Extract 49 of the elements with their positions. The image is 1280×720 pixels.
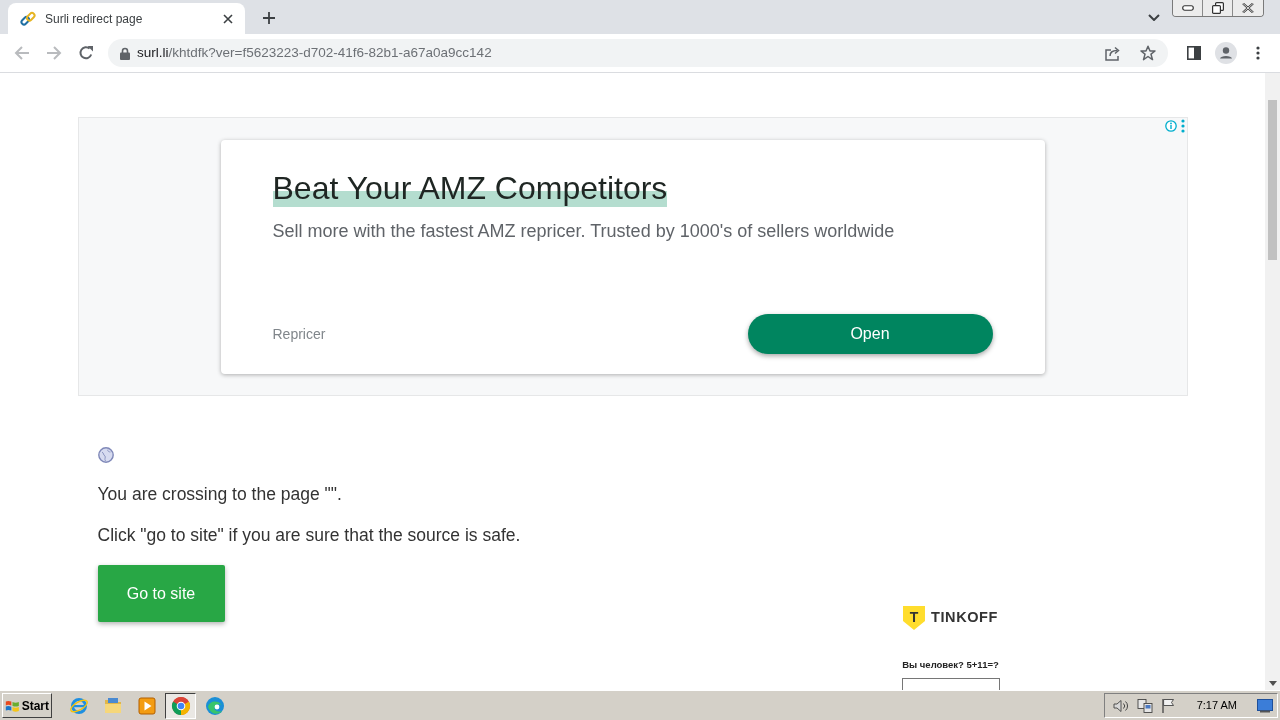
star-icon bbox=[1140, 45, 1156, 61]
media-player-icon bbox=[136, 695, 157, 716]
minimize-button[interactable] bbox=[1173, 0, 1203, 16]
logo-badge: T bbox=[903, 606, 925, 630]
link-icon bbox=[20, 10, 36, 27]
chevron-down-icon bbox=[1148, 13, 1160, 21]
scroll-down-arrow-icon[interactable] bbox=[1268, 681, 1277, 686]
info-icon[interactable] bbox=[1164, 120, 1177, 132]
e-globe-icon bbox=[68, 695, 89, 716]
reload-icon bbox=[78, 45, 94, 61]
advertiser-name: Repricer bbox=[272, 324, 326, 344]
captcha-question: Вы человек? 5+11=? bbox=[902, 658, 999, 672]
menu-dots-icon bbox=[1256, 46, 1260, 60]
show-desktop-icon[interactable] bbox=[1257, 698, 1273, 713]
lock-icon bbox=[120, 46, 130, 60]
profile-button[interactable] bbox=[1212, 39, 1240, 67]
scrollbar[interactable] bbox=[1265, 73, 1280, 690]
restore-button[interactable] bbox=[1203, 0, 1233, 16]
network-icon[interactable] bbox=[1136, 697, 1153, 714]
more-dots-icon[interactable] bbox=[1180, 119, 1185, 133]
close-button[interactable] bbox=[1233, 0, 1263, 16]
folder-icon bbox=[102, 695, 123, 716]
close-icon bbox=[1242, 3, 1254, 13]
ad-description: Sell more with the fastest AMZ repricer. Trusted by 1000's of sellers worldwide bbox=[272, 220, 895, 242]
speaker-icon[interactable] bbox=[1112, 697, 1129, 714]
plus-icon bbox=[263, 12, 275, 24]
start-button[interactable]: Start bbox=[2, 693, 52, 718]
address-bar[interactable]: surl.li/khtdfk?ver=f5623223-d702-41f6-82b1-a67a0a9cc142 bbox=[108, 39, 1168, 67]
profile-avatar-icon bbox=[1215, 42, 1237, 64]
captcha-input-field[interactable] bbox=[901, 678, 1000, 690]
side-panel-icon bbox=[1187, 46, 1201, 60]
minimize-icon bbox=[1181, 5, 1194, 11]
brand-name: TINKOFF bbox=[931, 608, 998, 628]
flag-icon[interactable] bbox=[1160, 697, 1175, 714]
forward-arrow-icon bbox=[46, 46, 62, 60]
taskbar-app-button[interactable] bbox=[165, 692, 196, 719]
globe-icon bbox=[97, 446, 114, 463]
share-icon bbox=[1105, 45, 1121, 61]
open-button[interactable]: Open bbox=[747, 314, 993, 354]
scrollbar-thumb[interactable] bbox=[1268, 100, 1277, 260]
browser-ball-icon bbox=[170, 695, 191, 716]
back-arrow-icon bbox=[14, 46, 30, 60]
notice-text: Click "go to site" if you are sure that the source is safe. bbox=[97, 524, 521, 547]
notice-text: You are crossing to the page "". bbox=[97, 483, 343, 506]
close-icon bbox=[223, 13, 233, 24]
swirl-icon bbox=[204, 695, 225, 716]
restore-icon bbox=[1211, 2, 1224, 14]
clock-time: 7:17 AM bbox=[1196, 698, 1237, 714]
browser-tab[interactable]: Surli redirect page bbox=[8, 3, 245, 34]
